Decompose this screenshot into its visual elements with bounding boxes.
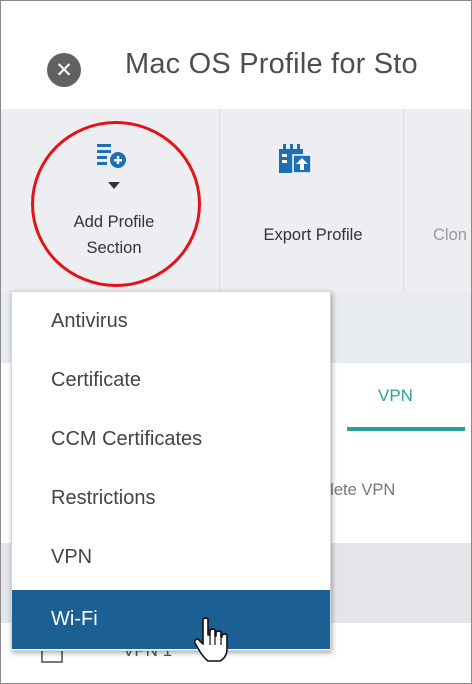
export-profile-icon: [279, 144, 312, 173]
menu-item-vpn[interactable]: VPN: [12, 528, 330, 587]
menu-item-ccm-certificates[interactable]: CCM Certificates: [12, 410, 330, 469]
highlight-circle: [31, 121, 201, 287]
title-bar: ✕ Mac OS Profile for Sto: [1, 1, 471, 109]
delete-vpn-button[interactable]: elete VPN: [321, 481, 395, 500]
toolbar-divider: [219, 109, 220, 291]
close-icon[interactable]: ✕: [47, 53, 81, 87]
menu-item-certificate[interactable]: Certificate: [12, 351, 330, 410]
clone-profile-button[interactable]: [405, 129, 471, 279]
hand-pointer-icon: [194, 617, 228, 662]
menu-item-restrictions[interactable]: Restrictions: [12, 469, 330, 528]
add-section-dropdown: Antivirus Certificate CCM Certificates R…: [11, 291, 331, 651]
clone-profile-label: Clon: [433, 226, 467, 244]
export-profile-button[interactable]: [223, 129, 403, 279]
menu-item-antivirus[interactable]: Antivirus: [12, 292, 330, 351]
tab-vpn[interactable]: VPN: [378, 386, 413, 406]
profile-window: ✕ Mac OS Profile for Sto Add Profile Sec…: [0, 0, 472, 684]
page-title: Mac OS Profile for Sto: [125, 48, 418, 80]
menu-item-wifi[interactable]: Wi-Fi: [12, 590, 330, 649]
toolbar-divider: [403, 109, 404, 291]
export-profile-label: Export Profile: [263, 226, 363, 244]
active-tab-indicator: [347, 427, 465, 431]
